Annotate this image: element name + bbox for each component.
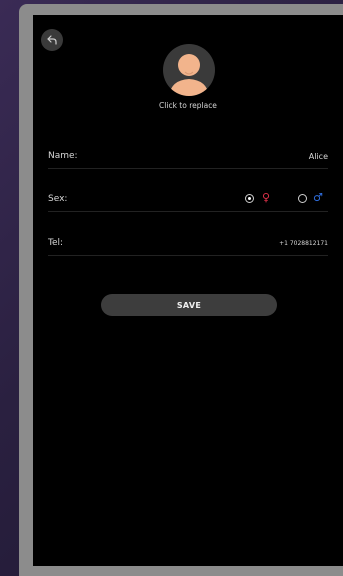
tel-field[interactable]: +1 7028812171 [279,240,328,247]
name-row: Name: Alice [48,148,328,169]
save-button[interactable]: SAVE [101,294,277,316]
male-symbol-icon: ♂ [313,191,323,204]
back-button[interactable] [41,29,63,51]
tel-label: Tel: [48,238,64,248]
name-label: Name: [48,151,78,161]
avatar[interactable] [163,44,215,96]
sex-row: Sex: ♀ ♂ [48,191,328,212]
back-arrow-icon [47,35,57,45]
female-radio[interactable] [245,194,254,203]
male-radio[interactable] [298,194,307,203]
female-symbol-icon: ♀ [262,191,271,204]
avatar-icon [169,54,209,96]
tel-row: Tel: +1 7028812171 [48,235,328,256]
avatar-caption[interactable]: Click to replace [33,101,343,110]
name-field[interactable]: Alice [309,152,328,161]
profile-edit-screen: Click to replace Name: Alice Sex: ♀ ♂ Te… [33,15,343,566]
sex-label: Sex: [48,194,68,204]
